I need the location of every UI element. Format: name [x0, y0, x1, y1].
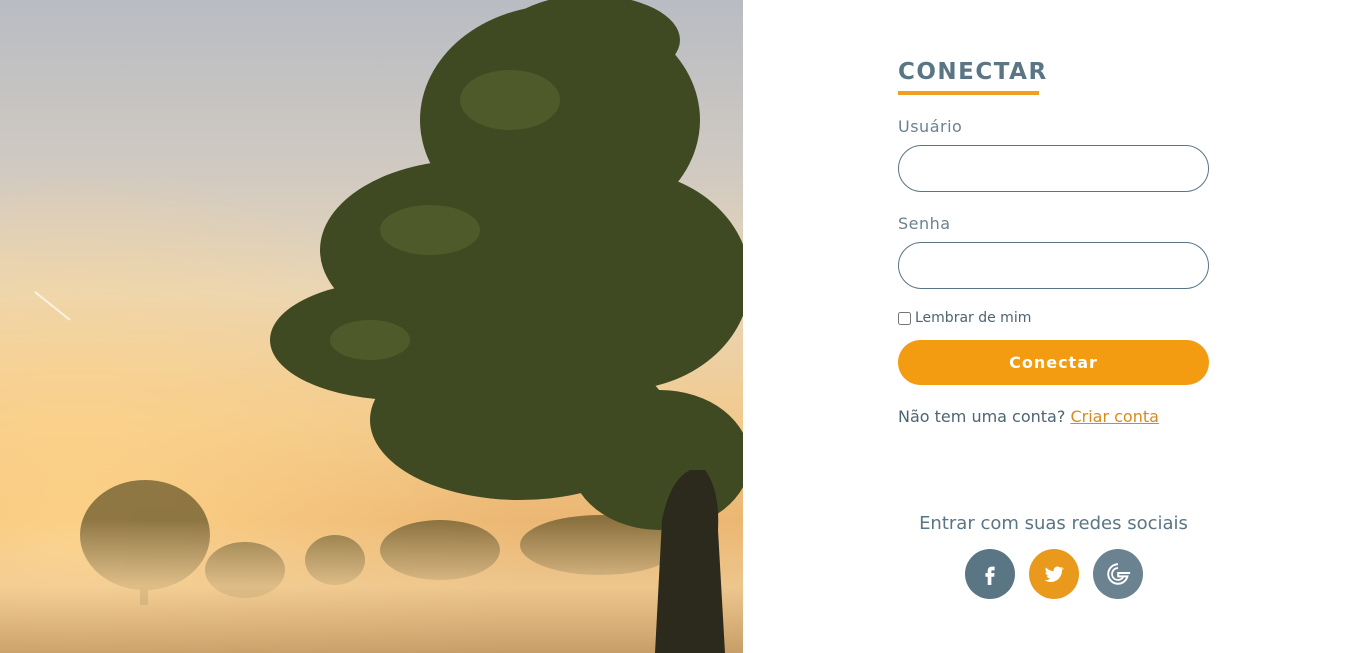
signup-prompt-text: Não tem uma conta? — [898, 407, 1066, 426]
facebook-icon — [985, 566, 995, 585]
login-panel: CONECTAR Usuário Senha Lembrar de mim Co… — [743, 0, 1362, 653]
hero-landscape-image — [0, 0, 743, 653]
twitter-button[interactable] — [1029, 549, 1079, 599]
username-label: Usuário — [898, 117, 963, 136]
username-input[interactable] — [898, 145, 1209, 192]
password-label: Senha — [898, 214, 951, 233]
password-input[interactable] — [898, 242, 1209, 289]
google-button[interactable] — [1093, 549, 1143, 599]
title-underline — [898, 91, 1039, 95]
google-icon — [1107, 563, 1131, 585]
remember-me: Lembrar de mim — [898, 310, 1031, 326]
twitter-icon — [1044, 566, 1064, 582]
signup-prompt: Não tem uma conta? Criar conta — [898, 407, 1159, 426]
tree-illustration — [0, 0, 743, 653]
remember-checkbox[interactable] — [898, 311, 911, 325]
facebook-button[interactable] — [965, 549, 1015, 599]
signup-link[interactable]: Criar conta — [1070, 407, 1158, 426]
remember-label[interactable]: Lembrar de mim — [915, 310, 1031, 326]
social-title: Entrar com suas redes sociais — [919, 513, 1188, 534]
login-button[interactable]: Conectar — [898, 340, 1209, 385]
social-buttons — [965, 549, 1143, 599]
login-title: CONECTAR — [898, 59, 1048, 85]
